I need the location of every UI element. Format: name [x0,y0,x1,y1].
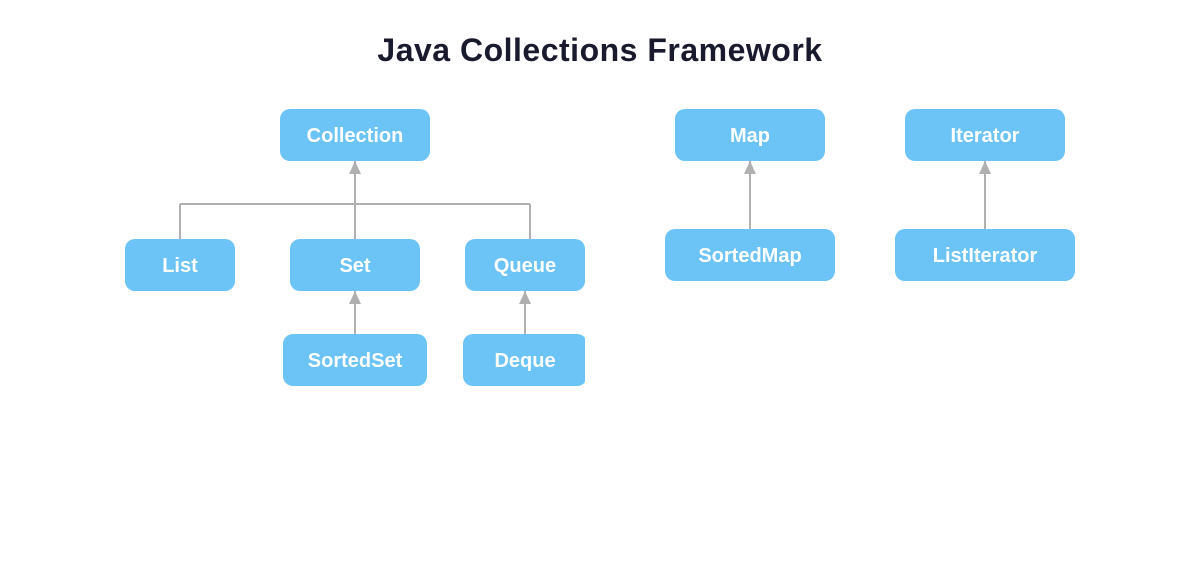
sortedmap-label: SortedMap [698,245,801,267]
set-label: Set [339,255,370,277]
list-label: List [162,255,198,277]
collection-label: Collection [307,125,404,147]
iterator-tree-svg: Iterator ListIterator [895,109,1075,389]
right-section: Map SortedMap Iterator ListIterator [665,109,1075,389]
left-section: Collection List Set Queue [125,109,585,489]
deque-label: Deque [494,350,555,372]
collection-tree-svg: Collection List Set Queue [125,109,585,489]
sortedset-label: SortedSet [308,350,403,372]
map-label: Map [730,125,770,147]
page-title: Java Collections Framework [377,32,822,69]
map-tree-svg: Map SortedMap [665,109,835,389]
iterator-label: Iterator [951,125,1020,147]
queue-label: Queue [494,255,556,277]
listiterator-label: ListIterator [933,245,1038,267]
diagram: Collection List Set Queue [0,109,1200,489]
